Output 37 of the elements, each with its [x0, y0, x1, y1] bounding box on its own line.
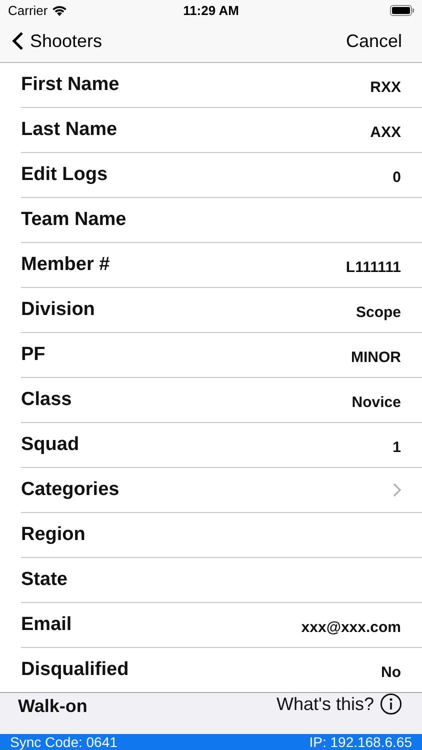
field-value: Scope	[356, 304, 401, 320]
field-label: Email	[21, 614, 72, 636]
field-value: AXX	[370, 124, 401, 140]
field-value: Novice	[352, 394, 401, 410]
battery-icon	[390, 4, 414, 16]
field-label: Member #	[21, 254, 110, 276]
walk-on-label: Walk-on	[18, 697, 88, 715]
help-button[interactable]: What's this?	[276, 693, 402, 715]
field-value: xxx@xxx.com	[301, 618, 401, 636]
info-icon	[380, 693, 402, 715]
field-label: Division	[21, 299, 95, 321]
carrier-label: Carrier	[8, 2, 48, 18]
field-value: 0	[392, 168, 401, 186]
wifi-icon	[52, 4, 67, 16]
clock-time: 11:29 AM	[183, 2, 239, 18]
field-value: 1	[392, 438, 401, 456]
field-value: MINOR	[351, 348, 401, 366]
chevron-right-icon[interactable]	[393, 483, 401, 497]
cancel-button[interactable]: Cancel	[346, 30, 402, 52]
field-label: Squad	[21, 434, 80, 456]
field-label: Categories	[21, 479, 120, 501]
field-label: First Name	[21, 74, 120, 96]
back-button[interactable]: Shooters	[12, 30, 102, 52]
field-value: L111111	[346, 258, 401, 276]
field-label: Class	[21, 389, 72, 411]
sync-code-label: Sync Code: 0641	[10, 734, 118, 750]
field-label: Disqualified	[21, 659, 129, 681]
field-label: PF	[21, 344, 46, 366]
ip-address-label: IP: 192.168.6.65	[309, 734, 412, 750]
field-label: Region	[21, 524, 86, 546]
field-value: RXX	[370, 78, 401, 96]
chevron-left-icon	[12, 31, 24, 52]
field-label: Team Name	[21, 209, 126, 231]
field-label: Last Name	[21, 119, 118, 141]
field-label: Edit Logs	[21, 164, 108, 186]
field-value: No	[381, 664, 401, 680]
field-label: State	[21, 569, 68, 591]
